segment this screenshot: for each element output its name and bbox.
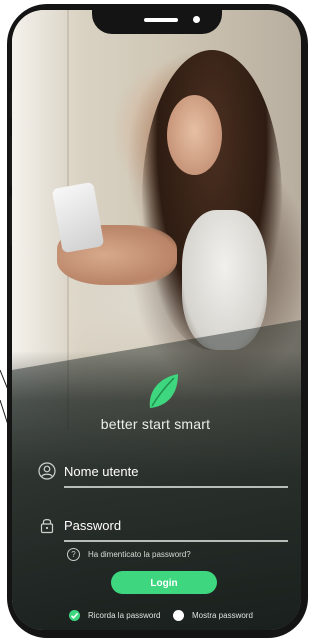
brand-slogan: better start smart xyxy=(100,416,211,432)
remember-password-checkbox[interactable] xyxy=(69,609,80,621)
user-icon xyxy=(38,462,56,480)
check-icon xyxy=(70,612,79,619)
remember-password-option[interactable]: Ricorda la password xyxy=(69,609,160,621)
forgot-password-label: Ha dimenticato la password? xyxy=(88,549,191,559)
username-input[interactable] xyxy=(64,460,284,482)
login-button[interactable]: Login xyxy=(111,571,217,594)
remember-password-label: Ricorda la password xyxy=(88,610,161,620)
show-password-label: Mostra password xyxy=(192,610,253,620)
forgot-password-link[interactable]: ? Ha dimenticato la password? xyxy=(67,547,191,561)
password-underline xyxy=(64,540,288,542)
leaf-icon xyxy=(149,374,178,408)
password-input[interactable] xyxy=(64,514,284,536)
username-field[interactable] xyxy=(38,460,288,488)
speaker-icon xyxy=(144,18,178,22)
show-password-checkbox[interactable] xyxy=(173,609,184,621)
username-underline xyxy=(64,486,288,488)
camera-icon xyxy=(193,16,200,23)
lock-icon xyxy=(40,519,54,534)
password-field[interactable] xyxy=(38,514,288,542)
question-icon: ? xyxy=(67,547,80,561)
show-password-option[interactable]: Mostra password xyxy=(173,609,253,621)
